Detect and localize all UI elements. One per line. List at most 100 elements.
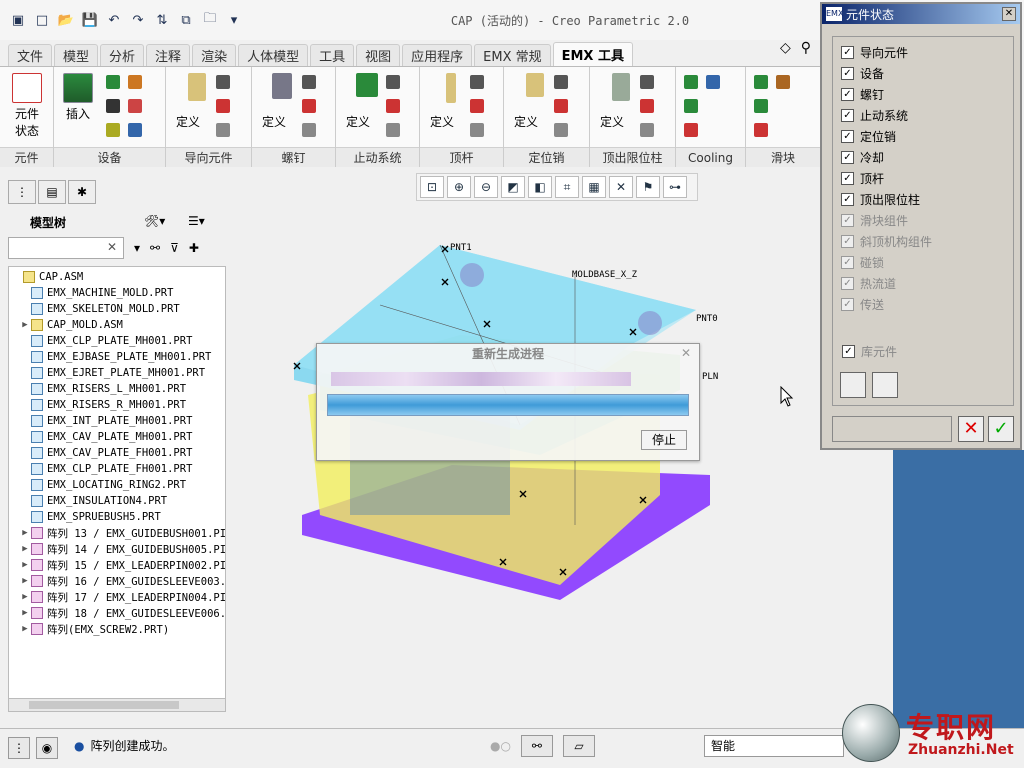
expand-arrow-icon[interactable]: ▶ — [19, 624, 31, 634]
component-checkbox[interactable]: ✓ 导向元件 — [841, 43, 908, 61]
datum-display-icon[interactable]: ✕ — [609, 176, 633, 198]
ejector-stop-icon[interactable] — [612, 73, 630, 101]
checkbox-icon[interactable]: ✓ — [841, 150, 854, 164]
tree-item[interactable]: ▶ 阵列 13 / EMX_GUIDEBUSH001.PI — [19, 525, 225, 541]
cooling-icon[interactable] — [706, 75, 720, 89]
tree-item[interactable]: EMX_LOCATING_RING2.PRT — [19, 477, 186, 493]
delete-icon[interactable] — [302, 99, 316, 113]
checkbox-icon[interactable]: ✓ — [841, 108, 854, 122]
checkbox-icon[interactable]: ✓ — [841, 129, 854, 143]
windows-icon[interactable]: ⧉ — [176, 10, 196, 30]
view-manager-icon[interactable]: ▦ — [582, 176, 606, 198]
undo-icon[interactable]: ↶ — [104, 10, 124, 30]
open-icon[interactable]: 📂 — [56, 10, 76, 30]
tree-item[interactable]: ▶ 阵列 15 / EMX_LEADERPIN002.PI — [19, 557, 225, 573]
redo-icon[interactable]: ↷ — [128, 10, 148, 30]
delete-icon[interactable] — [754, 123, 768, 137]
find-icon[interactable]: ⚯ — [520, 735, 553, 757]
tree-horizontal-scrollbar[interactable] — [8, 698, 226, 712]
customize-icon[interactable]: ▾ — [224, 10, 244, 30]
tree-item[interactable]: EMX_CLP_PLATE_FH001.PRT — [19, 461, 192, 477]
expand-arrow-icon[interactable]: ▶ — [19, 320, 31, 330]
component-checkbox[interactable]: ✓ 止动系统 — [841, 106, 908, 124]
component-checkbox[interactable]: ✓ 顶出限位柱 — [841, 190, 920, 208]
tree-item[interactable]: EMX_MACHINE_MOLD.PRT — [19, 285, 173, 301]
search-icon[interactable]: ⚲ — [801, 40, 811, 56]
add-icon[interactable]: ✚ — [189, 241, 199, 255]
clear-search-icon[interactable]: ✕ — [107, 240, 117, 254]
ejector-icon[interactable] — [470, 123, 484, 137]
delete-icon[interactable] — [640, 99, 654, 113]
tab-manikin[interactable]: 人体模型 — [238, 44, 309, 66]
folder-browser-tab-icon[interactable]: ▤ — [38, 180, 66, 204]
dowel-icon[interactable] — [526, 73, 544, 97]
delete-icon[interactable] — [386, 99, 400, 113]
component-checkbox[interactable]: ✓ 定位销 — [841, 127, 896, 145]
tree-item[interactable]: EMX_RISERS_R_MH001.PRT — [19, 397, 186, 413]
close-icon[interactable]: ✕ — [681, 346, 691, 360]
equipment-icon[interactable] — [106, 99, 120, 113]
library-components-checkbox[interactable]: ✓ 库元件 — [842, 342, 897, 360]
collapse-ribbon-icon[interactable]: ◇ — [780, 40, 791, 56]
tree-item[interactable]: EMX_SKELETON_MOLD.PRT — [19, 301, 180, 317]
component-checkbox[interactable]: ✓ 顶杆 — [841, 169, 884, 187]
equipment-icon[interactable] — [128, 99, 142, 113]
saved-views-icon[interactable]: ⌗ — [555, 176, 579, 198]
tab-applications[interactable]: 应用程序 — [402, 44, 473, 66]
folder-icon[interactable]: 🗀 — [200, 10, 220, 30]
ejector-pin-icon[interactable] — [446, 73, 456, 103]
tree-item[interactable]: CAP.ASM — [11, 269, 83, 285]
tree-item[interactable]: EMX_SPRUEBUSH5.PRT — [19, 509, 161, 525]
stop-button[interactable]: 停止 — [641, 430, 687, 450]
filter-icon[interactable]: ⊽ — [170, 241, 179, 255]
zoom-out-icon[interactable]: ⊖ — [474, 176, 498, 198]
tree-item[interactable]: ▶ 阵列 18 / EMX_GUIDESLEEVE006. — [19, 605, 225, 621]
tab-analysis[interactable]: 分析 — [100, 44, 145, 66]
new-icon[interactable]: □ — [32, 10, 52, 30]
tree-item[interactable]: EMX_CLP_PLATE_MH001.PRT — [19, 333, 192, 349]
tree-columns-icon[interactable]: ☰▾ — [188, 214, 205, 228]
tree-settings-icon[interactable]: 🛠▾ — [144, 214, 165, 228]
tree-item[interactable]: EMX_CAV_PLATE_MH001.PRT — [19, 429, 192, 445]
component-checkbox[interactable]: ✓ 设备 — [841, 64, 884, 82]
tab-model[interactable]: 模型 — [54, 44, 99, 66]
delete-icon[interactable] — [470, 99, 484, 113]
app-icon[interactable]: ▣ — [8, 10, 28, 30]
slider-icon[interactable] — [776, 75, 790, 89]
select-all-icon[interactable] — [840, 372, 866, 398]
scroll-thumb[interactable] — [29, 701, 179, 709]
repaint-icon[interactable]: ◩ — [501, 176, 525, 198]
ejector-stop-icon[interactable] — [640, 123, 654, 137]
tree-item[interactable]: ▶ 阵列(EMX_SCREW2.PRT) — [19, 621, 169, 637]
regenerate-icon[interactable]: ⇅ — [152, 10, 172, 30]
browser-toggle-icon[interactable]: ◉ — [36, 737, 58, 759]
delete-icon[interactable] — [216, 99, 230, 113]
cooling-icon[interactable] — [684, 75, 698, 89]
tree-item[interactable]: EMX_EJBASE_PLATE_MH001.PRT — [19, 349, 211, 365]
checkbox-icon[interactable]: ✓ — [841, 87, 854, 101]
slider-icon[interactable] — [754, 75, 768, 89]
slider-icon[interactable] — [754, 99, 768, 113]
tab-file[interactable]: 文件 — [8, 44, 53, 66]
cancel-button[interactable]: ✕ — [958, 416, 984, 442]
tree-item[interactable]: EMX_CAV_PLATE_FH001.PRT — [19, 445, 192, 461]
component-checkbox[interactable]: ✓ 冷却 — [841, 148, 884, 166]
tree-item[interactable]: EMX_INSULATION4.PRT — [19, 493, 167, 509]
screw-icon[interactable] — [272, 73, 292, 99]
guide-pin-icon[interactable] — [188, 73, 206, 101]
tree-item[interactable]: ▶ 阵列 16 / EMX_GUIDESLEEVE003. — [19, 573, 225, 589]
expand-arrow-icon[interactable]: ▶ — [19, 560, 31, 570]
tab-view[interactable]: 视图 — [356, 44, 401, 66]
delete-icon[interactable] — [684, 123, 698, 137]
dowel-icon[interactable] — [554, 123, 568, 137]
stop-icon[interactable] — [386, 75, 400, 89]
equipment-icon[interactable] — [106, 123, 120, 137]
dowel-icon[interactable] — [554, 75, 568, 89]
tab-annotate[interactable]: 注释 — [146, 44, 191, 66]
tree-item[interactable]: EMX_EJRET_PLATE_MH001.PRT — [19, 365, 205, 381]
guide-icon[interactable] — [216, 75, 230, 89]
tab-emx-tools[interactable]: EMX 工具 — [552, 42, 633, 66]
screw-icon[interactable] — [302, 123, 316, 137]
find-icon[interactable]: ⚯ — [150, 241, 160, 255]
tab-emx-general[interactable]: EMX 常规 — [474, 44, 551, 66]
